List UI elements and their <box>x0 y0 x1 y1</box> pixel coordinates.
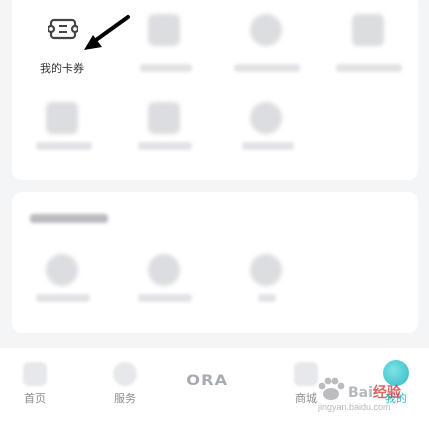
nav-service-label: 服务 <box>114 393 136 405</box>
nav-home-label: 首页 <box>24 393 46 405</box>
paw-icon <box>318 377 345 400</box>
heart-icon <box>113 362 137 386</box>
nav-service[interactable]: 服务 <box>95 348 155 408</box>
nav-home[interactable]: 首页 <box>5 348 65 408</box>
watermark-brand: Bai经验 <box>348 385 401 401</box>
home-icon <box>23 362 47 386</box>
watermark-url: jingyan.baidu.com <box>318 402 391 412</box>
baidu-watermark: Bai经验 jingyan.baidu.com <box>312 372 422 420</box>
nav-ora[interactable]: ORA <box>186 360 242 400</box>
ora-logo: ORA <box>186 373 229 389</box>
